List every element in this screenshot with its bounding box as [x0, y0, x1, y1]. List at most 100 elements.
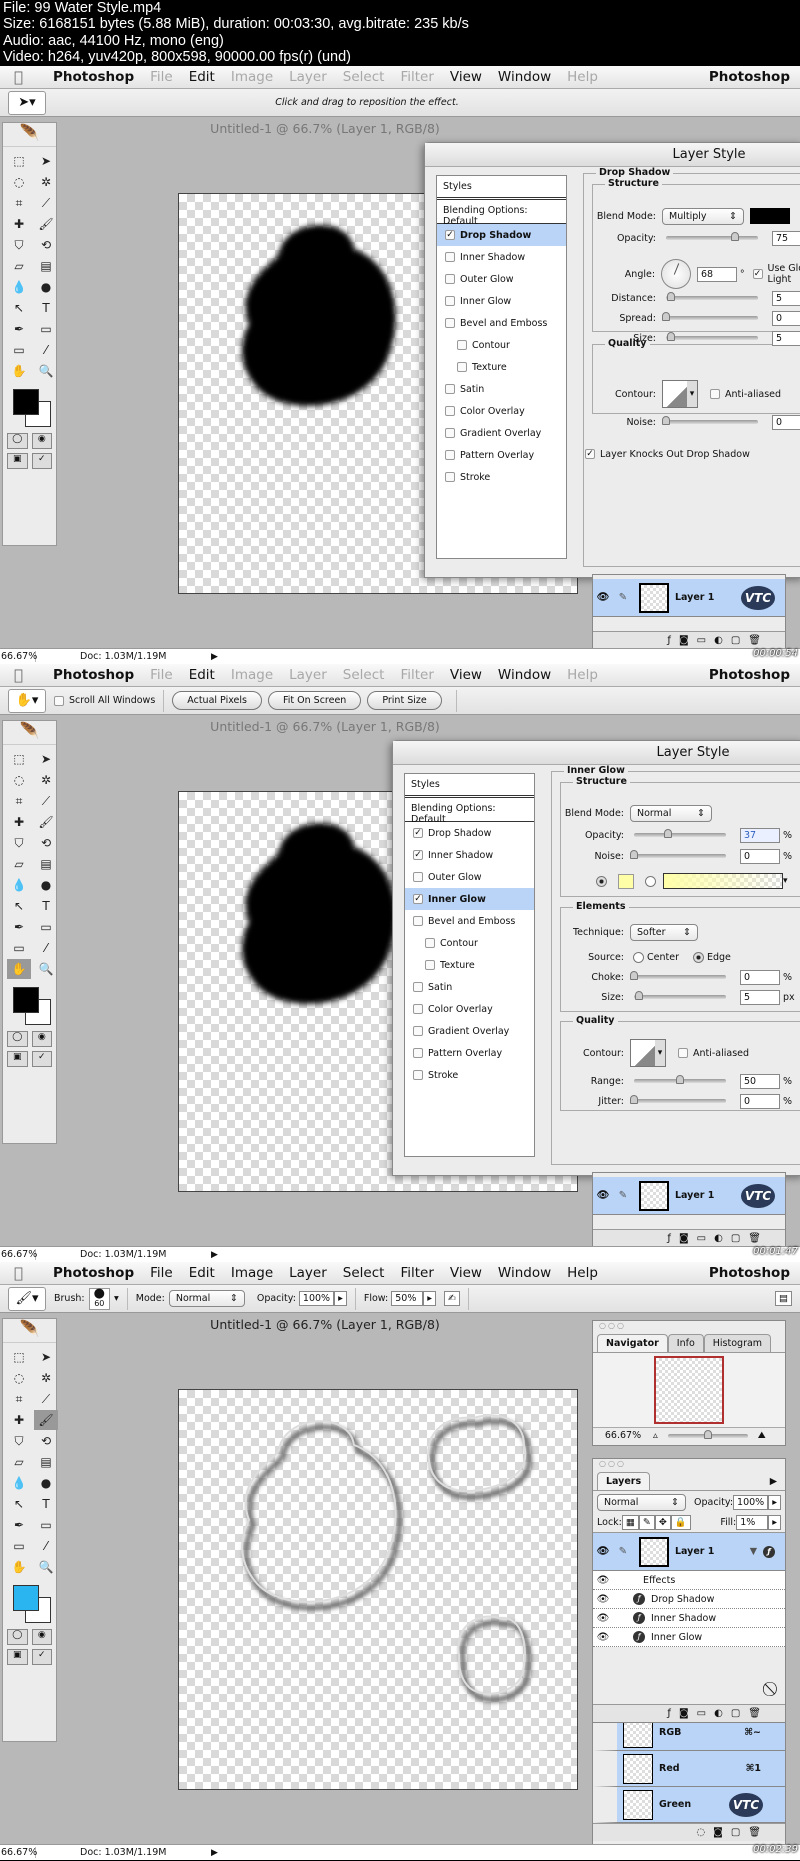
quickmask-mode-icon[interactable]: ◉ — [31, 1031, 52, 1047]
slice-tool-icon[interactable]: ⟋ — [34, 193, 58, 213]
opacity-arrow-icon[interactable]: ▸ — [768, 1494, 781, 1510]
foreground-color-swatch[interactable] — [13, 987, 39, 1013]
brush-tool-icon[interactable]: 🖌 — [34, 812, 58, 832]
menu-view[interactable]: View — [450, 1265, 482, 1281]
flow-arrow-icon[interactable]: ▸ — [423, 1291, 437, 1306]
eyedropper-icon[interactable]: ⁄ — [34, 938, 58, 958]
menu-view[interactable]: View — [450, 69, 482, 85]
opacity-field[interactable]: 37 — [740, 827, 780, 843]
knockout-checkbox[interactable]: ✓ — [585, 449, 595, 459]
pen-tool-icon[interactable]: ✒ — [7, 319, 31, 339]
menu-file[interactable]: File — [150, 69, 173, 85]
status-menu-arrow-icon[interactable]: ▶ — [211, 652, 218, 662]
healing-brush-icon[interactable]: ✚ — [7, 812, 31, 832]
lock-all-icon[interactable]: 🔒 — [670, 1515, 691, 1530]
glow-color-swatch[interactable] — [618, 873, 634, 889]
zoom-tool-icon[interactable]: 🔍 — [34, 361, 58, 381]
checkbox[interactable] — [413, 872, 423, 882]
eye-icon[interactable]: 👁 — [593, 592, 613, 603]
folder-icon[interactable]: ▭ — [697, 635, 706, 646]
brush-tool-preset[interactable]: 🖌▾ — [8, 1286, 46, 1311]
path-select-icon[interactable]: ↖ — [7, 1494, 31, 1514]
menu-image[interactable]: Image — [231, 667, 273, 683]
quickmask-mode-icon[interactable]: ◉ — [31, 433, 52, 449]
fill-arrow-icon[interactable]: ▸ — [768, 1515, 781, 1530]
airbrush-icon[interactable]: ✍ — [444, 1291, 460, 1306]
gradient-tool-icon[interactable]: ▤ — [34, 1452, 58, 1472]
menu-filter[interactable]: Filter — [400, 1265, 433, 1281]
move-tool-preset[interactable]: ➤▾ — [8, 90, 46, 115]
panel-menu-icon[interactable]: ▶ — [762, 1473, 785, 1490]
effect-drop-shadow[interactable]: 👁 ƒ Drop Shadow — [593, 1590, 785, 1609]
hand-tool-icon[interactable]: ✋ — [7, 1557, 31, 1577]
menu-edit[interactable]: Edit — [189, 69, 215, 85]
zoom-tool-icon[interactable]: 🔍 — [34, 1557, 58, 1577]
eyedropper-icon[interactable]: ⁄ — [34, 340, 58, 360]
eraser-tool-icon[interactable]: ▱ — [7, 1452, 31, 1472]
print-size-button[interactable]: Print Size — [367, 691, 442, 710]
history-brush-icon[interactable]: ⟲ — [34, 235, 58, 255]
adjustment-icon[interactable]: ◐ — [714, 1708, 723, 1719]
size-field[interactable]: 5 — [740, 989, 780, 1005]
flow-field[interactable]: 50% — [391, 1291, 424, 1306]
type-tool-icon[interactable]: T — [34, 298, 58, 318]
move-tool-icon[interactable]: ➤ — [34, 151, 58, 171]
distance-slider[interactable] — [666, 292, 758, 301]
tab-layers[interactable]: Layers — [597, 1472, 651, 1490]
zoom-level[interactable]: 66.67% — [0, 1847, 37, 1858]
dodge-tool-icon[interactable]: ● — [34, 875, 58, 895]
jump-to-imageready-icon[interactable]: ✓ — [31, 1051, 52, 1067]
marquee-tool-icon[interactable]: ⬚ — [7, 1347, 31, 1367]
zoom-in-icon[interactable]: ⛰ — [758, 1430, 766, 1441]
standard-mode-icon[interactable]: ◯ — [7, 1629, 28, 1645]
checkbox[interactable] — [457, 362, 467, 372]
styles-item[interactable]: Styles — [405, 774, 534, 798]
trash-icon[interactable]: 🗑 — [748, 1708, 761, 1719]
lock-transparency-icon[interactable]: ▦ — [621, 1515, 639, 1530]
brush-picker[interactable]: ● 60 — [88, 1287, 110, 1310]
zoom-tool-icon[interactable]: 🔍 — [34, 959, 58, 979]
apple-icon[interactable]:  — [14, 666, 23, 684]
dodge-tool-icon[interactable]: ● — [34, 1473, 58, 1493]
menu-window[interactable]: Window — [498, 667, 551, 683]
magic-wand-icon[interactable]: ✲ — [34, 770, 58, 790]
contour-picker[interactable] — [630, 1039, 666, 1067]
foreground-color-swatch[interactable] — [13, 389, 39, 415]
channel-green[interactable]: GreenVTC⌘2 — [593, 1787, 785, 1823]
actual-pixels-button[interactable]: Actual Pixels — [172, 691, 262, 710]
blur-tool-icon[interactable]: 💧 — [7, 1473, 31, 1493]
screen-mode-icon[interactable]: ▣ — [7, 453, 28, 469]
lasso-tool-icon[interactable]: ◌ — [7, 770, 31, 790]
source-edge-radio[interactable] — [692, 951, 704, 963]
eye-icon[interactable]: 👁 — [593, 1632, 613, 1643]
feather-logo-icon[interactable]: 🪶 — [3, 721, 56, 745]
menu-select[interactable]: Select — [343, 1265, 385, 1281]
style-stroke[interactable]: Stroke — [437, 466, 566, 488]
palette-well-icon[interactable]: ▤ — [775, 1291, 792, 1306]
scroll-all-windows-checkbox[interactable] — [54, 695, 64, 706]
anti-aliased-checkbox[interactable] — [678, 1048, 688, 1058]
menu-edit[interactable]: Edit — [189, 1265, 215, 1281]
load-selection-icon[interactable]: ◌ — [696, 1827, 705, 1838]
jitter-slider[interactable] — [630, 1095, 726, 1104]
layer-row[interactable]: 👁 ✎ Layer 1 ▼ ƒ — [593, 1533, 785, 1571]
eraser-tool-icon[interactable]: ▱ — [7, 854, 31, 874]
size-field[interactable]: 5 — [772, 330, 800, 346]
angle-dial[interactable] — [661, 259, 691, 289]
trash-icon[interactable]: 🗑 — [748, 635, 761, 646]
apple-icon[interactable]:  — [14, 68, 23, 86]
brush-tool-icon[interactable]: 🖌 — [34, 214, 58, 234]
blend-mode-select[interactable]: Multiply ⇕ — [662, 207, 744, 225]
menu-select[interactable]: Select — [343, 69, 385, 85]
style-texture[interactable]: Texture — [437, 356, 566, 378]
menu-layer[interactable]: Layer — [289, 1265, 327, 1281]
status-menu-arrow-icon[interactable]: ▶ — [211, 1250, 218, 1260]
adjustment-icon[interactable]: ◐ — [714, 635, 723, 646]
shadow-color-swatch[interactable] — [750, 208, 790, 224]
brush-tool-icon[interactable]: 🖌 — [34, 1410, 58, 1430]
effects-row[interactable]: 👁 Effects — [593, 1571, 785, 1590]
feather-logo-icon[interactable]: 🪶 — [3, 1319, 56, 1343]
choke-field[interactable]: 0 — [740, 969, 780, 985]
effect-inner-glow[interactable]: 👁 ƒ Inner Glow — [593, 1628, 785, 1647]
menu-filter[interactable]: Filter — [400, 69, 433, 85]
